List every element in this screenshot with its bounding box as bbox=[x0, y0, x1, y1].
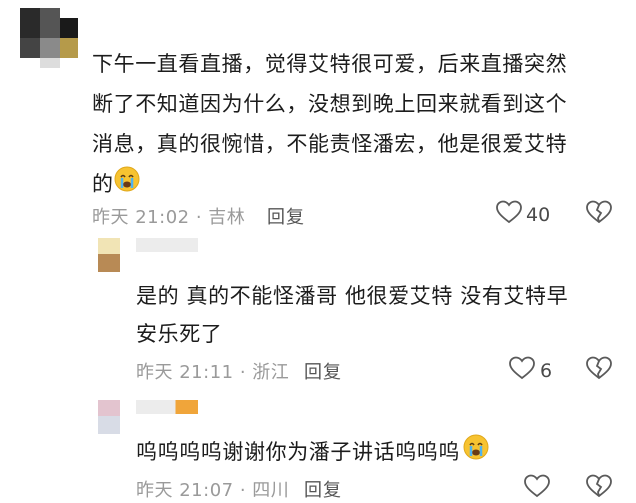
like-button[interactable]: 6 bbox=[509, 356, 552, 385]
comment-text-line: 的 bbox=[92, 164, 140, 205]
heart-icon bbox=[496, 200, 522, 229]
comment-text-fragment: 呜呜呜呜谢谢你为潘子讲话呜呜呜 bbox=[136, 440, 460, 464]
dislike-button[interactable] bbox=[586, 474, 612, 502]
comment-meta: 昨天 21:02 · 吉林 bbox=[92, 207, 246, 228]
avatar[interactable] bbox=[98, 238, 120, 272]
reply-button[interactable]: 回复 bbox=[304, 358, 342, 384]
dislike-button[interactable] bbox=[586, 356, 612, 384]
like-count: 6 bbox=[540, 359, 553, 382]
avatar[interactable] bbox=[98, 400, 120, 434]
crying-face-emoji-icon bbox=[114, 165, 140, 205]
comment-text-line: 下午一直看直播，觉得艾特很可爱，后来直播突然 bbox=[92, 52, 568, 76]
comment-text-line: 呜呜呜呜谢谢你为潘子讲话呜呜呜 bbox=[136, 432, 489, 473]
dislike-button[interactable] bbox=[586, 200, 612, 228]
crying-face-emoji-icon bbox=[463, 433, 489, 473]
comment-text-line: 是的 真的不能怪潘哥 他很爱艾特 没有艾特早 bbox=[136, 284, 569, 308]
reply-button[interactable]: 回复 bbox=[304, 476, 342, 502]
comment-meta: 昨天 21:07 · 四川 bbox=[136, 480, 290, 501]
like-button[interactable]: 40 bbox=[496, 200, 550, 229]
broken-heart-icon bbox=[586, 356, 612, 384]
comment-meta: 昨天 21:11 · 浙江 bbox=[136, 362, 290, 383]
reply-button[interactable]: 回复 bbox=[267, 203, 305, 229]
comment-text-line: 安乐死了 bbox=[136, 322, 223, 346]
broken-heart-icon bbox=[586, 474, 612, 502]
like-button[interactable] bbox=[524, 474, 550, 503]
comment-text-fragment: 的 bbox=[92, 172, 114, 196]
heart-icon bbox=[524, 474, 550, 503]
heart-icon bbox=[509, 356, 535, 385]
username-blurred[interactable] bbox=[136, 238, 198, 252]
avatar[interactable] bbox=[20, 8, 78, 68]
comment-text-line: 断了不知道因为什么，没想到晚上回来就看到这个 bbox=[92, 92, 568, 116]
comment-text-line: 消息，真的很惋惜，不能责怪潘宏，他是很爱艾特 bbox=[92, 132, 568, 156]
username-blurred[interactable] bbox=[136, 400, 198, 414]
broken-heart-icon bbox=[586, 200, 612, 228]
like-count: 40 bbox=[526, 203, 551, 226]
